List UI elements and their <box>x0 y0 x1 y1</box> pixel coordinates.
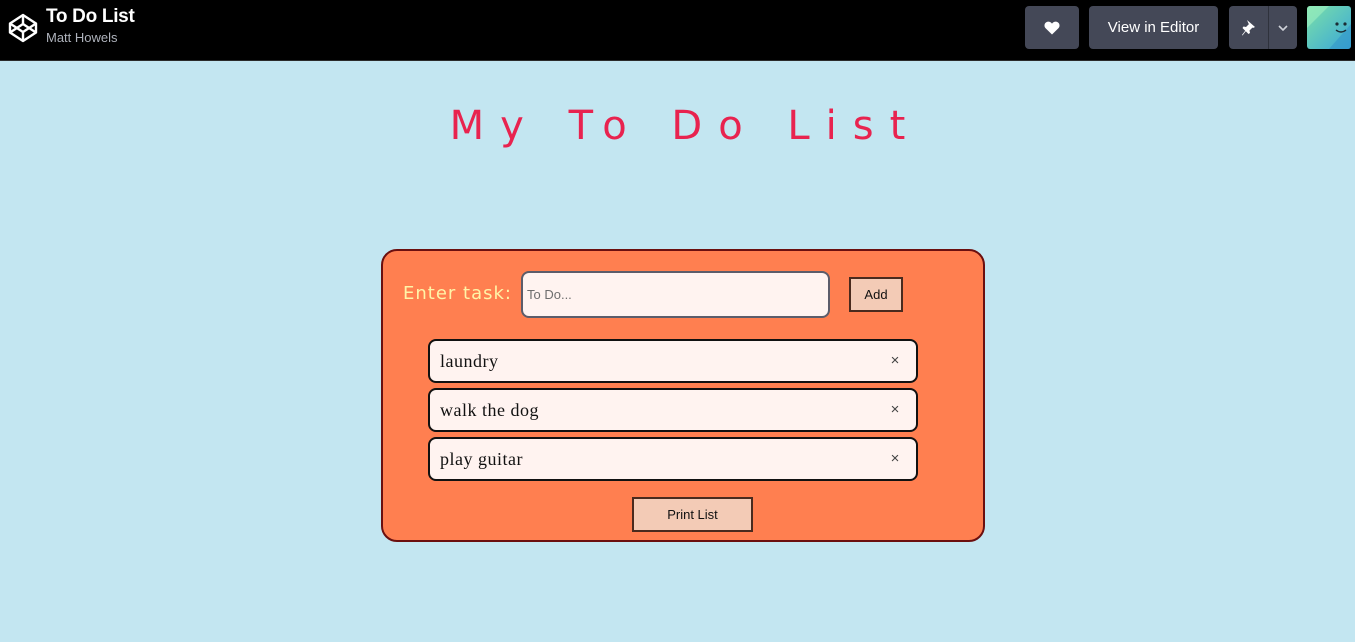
task-list: laundry × walk the dog × play guitar × <box>428 339 918 486</box>
task-input[interactable] <box>521 271 830 318</box>
chevron-down-icon <box>1278 24 1288 31</box>
love-button[interactable] <box>1025 6 1079 49</box>
pen-author[interactable]: Matt Howels <box>46 29 134 47</box>
pen-title[interactable]: To Do List <box>46 5 135 28</box>
pin-options-button[interactable] <box>1269 6 1297 49</box>
codepen-header: To Do List Matt Howels View in Editor <box>0 0 1355 61</box>
page-title: My To Do List <box>449 103 922 149</box>
pin-icon <box>1241 19 1255 35</box>
remove-task-button[interactable]: × <box>888 400 902 420</box>
task-item[interactable]: laundry × <box>428 339 918 383</box>
task-item[interactable]: play guitar × <box>428 437 918 481</box>
codepen-logo-icon[interactable] <box>8 13 38 43</box>
remove-task-button[interactable]: × <box>888 449 902 469</box>
task-text: laundry <box>440 351 499 371</box>
enter-task-label: Enter task: <box>403 283 512 304</box>
pin-button-group <box>1229 6 1297 49</box>
pen-title-block: To Do List Matt Howels <box>46 5 135 47</box>
add-button[interactable]: Add <box>849 277 903 312</box>
avatar-image <box>1307 6 1351 49</box>
remove-task-button[interactable]: × <box>888 351 902 371</box>
todo-card: Enter task: Add laundry × walk the dog ×… <box>381 249 985 542</box>
pin-button[interactable] <box>1229 6 1269 49</box>
view-in-editor-button[interactable]: View in Editor <box>1089 6 1218 49</box>
task-text: play guitar <box>440 449 523 469</box>
task-text: walk the dog <box>440 400 539 420</box>
print-list-button[interactable]: Print List <box>632 497 753 532</box>
task-item[interactable]: walk the dog × <box>428 388 918 432</box>
heart-icon <box>1044 21 1060 34</box>
user-avatar[interactable] <box>1307 6 1351 49</box>
